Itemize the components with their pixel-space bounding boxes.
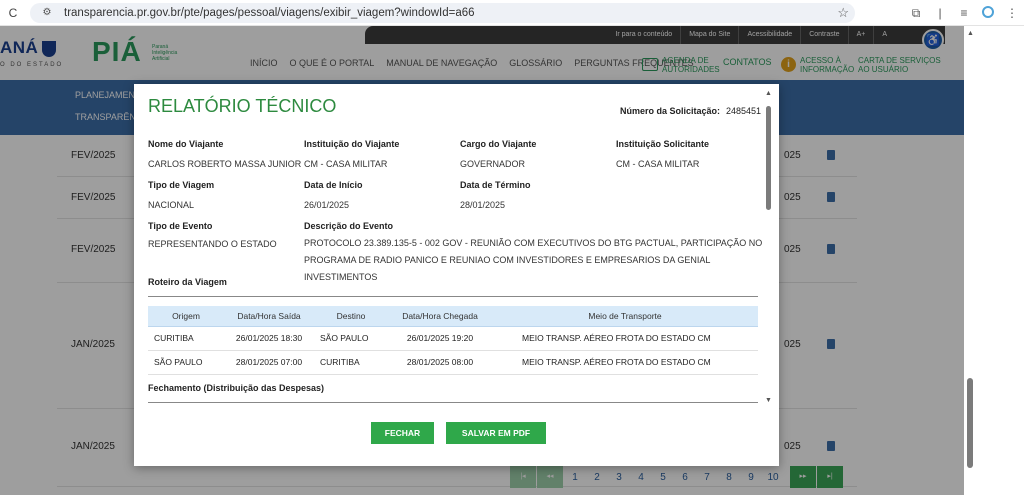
end-date-label: Data de Término [460,180,531,190]
event-type-value: REPRESENTANDO O ESTADO [148,239,277,249]
divider [148,402,758,403]
page-scrollbar[interactable]: ▲ [964,26,976,495]
traveler-value: CARLOS ROBERTO MASSA JUNIOR [148,159,302,169]
extension-circle-icon[interactable] [976,5,1000,21]
scrollbar-thumb[interactable] [766,106,771,210]
col-saida: Data/Hora Saída [224,306,314,327]
table-row: CURITIBA 26/01/2025 18:30 SÃO PAULO 26/0… [148,326,758,351]
cell-destino: CURITIBA [314,350,388,375]
close-button[interactable]: FECHAR [371,422,434,444]
browser-toolbar: C ⚙ transparencia.pr.gov.br/pte/pages/pe… [0,0,1024,26]
extensions-icon[interactable]: ⧉ [904,6,928,21]
col-chegada: Data/Hora Chegada [388,306,492,327]
cell-destino: SÃO PAULO [314,326,388,351]
divider [148,296,758,297]
request-number-value: 2485451 [726,106,762,116]
reload-icon[interactable]: C [0,6,26,20]
save-pdf-button[interactable]: SALVAR EM PDF [446,422,546,444]
cell-chegada: 26/01/2025 19:20 [388,326,492,351]
cell-transporte: MEIO TRANSP. AÉREO FROTA DO ESTADO CM [492,326,758,351]
table-row: SÃO PAULO 28/01/2025 07:00 CURITIBA 28/0… [148,350,758,375]
modal-title: RELATÓRIO TÉCNICO [148,96,337,116]
cell-origem: SÃO PAULO [148,350,224,375]
event-type-label: Tipo de Evento [148,221,213,231]
closing-title: Fechamento (Distribuição das Despesas) [148,383,325,393]
position-label: Cargo do Viajante [460,139,537,149]
browser-margin [976,26,1024,495]
col-transporte: Meio de Transporte [492,306,758,327]
position-value: GOVERNADOR [460,159,526,169]
scroll-up-icon[interactable]: ▲ [765,90,772,97]
requesting-inst-value: CM - CASA MILITAR [616,159,700,169]
itinerary-table: Origem Data/Hora Saída Destino Data/Hora… [148,306,758,375]
event-description-label: Descrição do Evento [304,221,394,231]
browser-menu-icon[interactable]: ⋮ [1000,6,1024,20]
request-number-label: Número da Solicitação: [620,106,721,116]
cell-saida: 28/01/2025 07:00 [224,350,314,375]
scroll-down-icon[interactable]: ▼ [765,397,772,404]
technical-report-modal: RELATÓRIO TÉCNICO Número da Solicitação:… [134,84,779,466]
cell-origem: CURITIBA [148,326,224,351]
cell-chegada: 28/01/2025 08:00 [388,350,492,375]
trip-type-label: Tipo de Viagem [148,180,215,190]
col-destino: Destino [314,306,388,327]
cell-saida: 26/01/2025 18:30 [224,326,314,351]
url-text: transparencia.pr.gov.br/pte/pages/pessoa… [64,7,475,19]
traveler-inst-value: CM - CASA MILITAR [304,159,388,169]
site-settings-icon[interactable]: ⚙ [38,6,56,20]
scrollbar-thumb[interactable] [967,378,973,468]
itinerary-title: Roteiro da Viagem [148,277,227,287]
end-date-value: 28/01/2025 [460,200,506,210]
traveler-label: Nome do Viajante [148,139,224,149]
event-description-value: PROTOCOLO 23.389.135-5 - 002 GOV - REUNI… [304,238,763,282]
trip-type-value: NACIONAL [148,200,195,210]
requesting-inst-label: Instituição Solicitante [616,139,710,149]
col-origem: Origem [148,306,224,327]
modal-scrollbar[interactable]: ▲ ▼ [763,90,775,406]
cell-transporte: MEIO TRANSP. AÉREO FROTA DO ESTADO CM [492,350,758,375]
divider-icon: | [938,6,942,20]
browser-extensions: ⧉ | ≡ ⋮ [904,0,1024,26]
traveler-inst-label: Instituição do Viajante [304,139,400,149]
address-bar[interactable]: ⚙ transparencia.pr.gov.br/pte/pages/pess… [30,3,855,23]
start-date-value: 26/01/2025 [304,200,350,210]
bookmark-star-icon[interactable]: ☆ [837,5,849,21]
table-header-row: Origem Data/Hora Saída Destino Data/Hora… [148,306,758,327]
scroll-up-icon[interactable]: ▲ [967,30,974,37]
start-date-label: Data de Início [304,180,363,190]
media-icon[interactable]: ≡ [952,6,976,20]
